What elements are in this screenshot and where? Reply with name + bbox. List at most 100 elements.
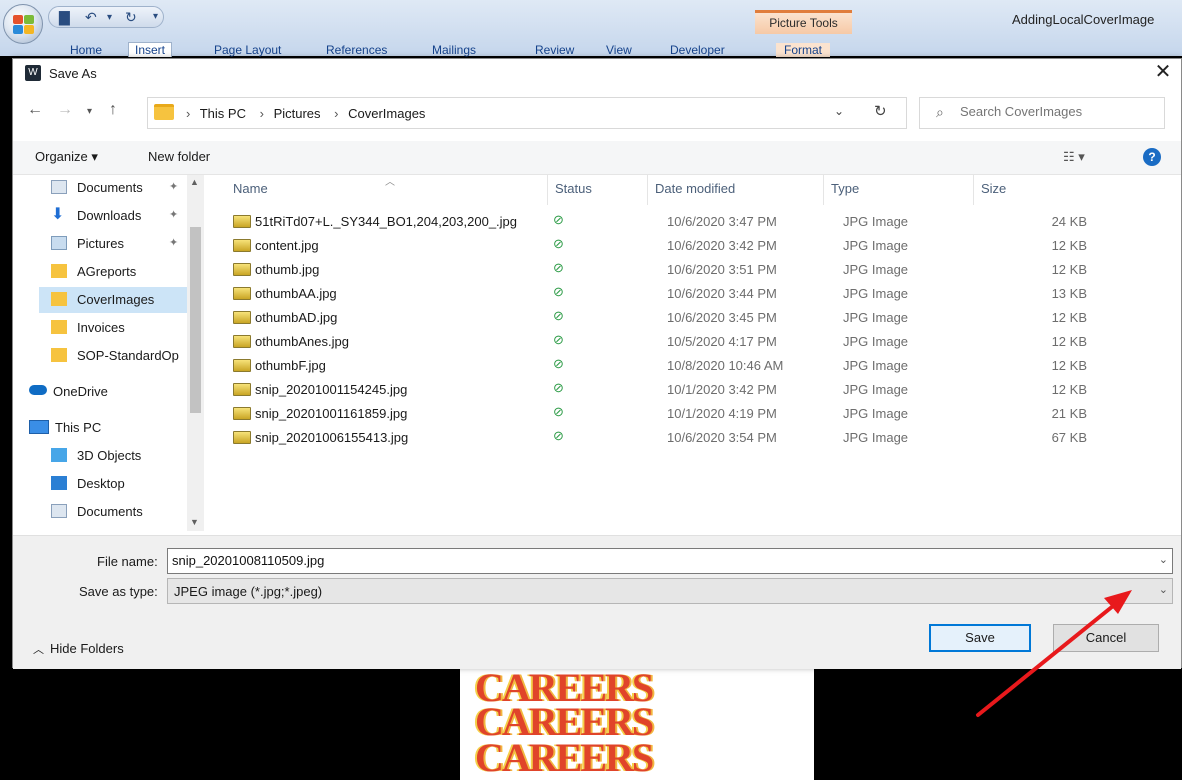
breadcrumb: › This PC › Pictures › CoverImages: [180, 106, 429, 121]
desktop-icon: [51, 476, 67, 490]
address-dropdown-icon[interactable]: ⌄: [834, 104, 844, 118]
hide-folders-button[interactable]: ︿ Hide Folders: [33, 641, 124, 657]
sidebar-item-this-pc[interactable]: This PC: [25, 415, 175, 441]
undo-icon[interactable]: ↶: [85, 9, 97, 26]
tab-insert[interactable]: Insert: [128, 42, 173, 57]
save-icon[interactable]: ▇: [59, 9, 70, 26]
careers-image-text: CAREERS: [475, 735, 654, 780]
breadcrumb-separator-icon: ›: [334, 106, 339, 121]
pin-icon: ✦: [169, 209, 179, 221]
search-box[interactable]: ⌕: [919, 97, 1165, 129]
column-header-size[interactable]: Size: [981, 181, 1006, 196]
table-row[interactable]: snip_20201001161859.jpg ⊘ 10/1/2020 4:19…: [233, 401, 1173, 425]
scroll-down-icon[interactable]: ▼: [190, 517, 199, 527]
forward-arrow-icon[interactable]: →: [57, 101, 73, 119]
jpg-file-icon: [233, 383, 251, 396]
help-icon[interactable]: ?: [1143, 148, 1161, 166]
search-input[interactable]: [960, 104, 1156, 119]
customize-qat-icon[interactable]: ▾: [153, 11, 158, 22]
table-row[interactable]: othumb.jpg ⊘ 10/6/2020 3:51 PM JPG Image…: [233, 257, 1173, 281]
back-arrow-icon[interactable]: ←: [27, 101, 43, 119]
sidebar-item-documents-pc[interactable]: Documents: [39, 499, 189, 525]
breadcrumb-this-pc[interactable]: This PC: [200, 106, 246, 121]
save-options-pane: File name: ⌄ Save as type: JPEG image (*…: [13, 535, 1181, 669]
file-name-input[interactable]: [172, 553, 1132, 568]
column-divider: [647, 175, 648, 205]
file-list: ︿ Name Status Date modified Type Size 51…: [213, 175, 1179, 535]
cancel-button[interactable]: Cancel: [1053, 624, 1159, 652]
sidebar-item-onedrive[interactable]: OneDrive: [25, 379, 175, 405]
sidebar-item-documents[interactable]: Documents ✦: [39, 175, 189, 201]
sidebar-item-downloads[interactable]: ⬇ Downloads ✦: [39, 203, 189, 229]
column-header-status[interactable]: Status: [555, 181, 592, 196]
jpg-file-icon: [233, 335, 251, 348]
breadcrumb-pictures[interactable]: Pictures: [274, 106, 321, 121]
column-divider: [973, 175, 974, 205]
nav-scrollbar[interactable]: ▲ ▼: [187, 175, 204, 531]
sidebar-item-pictures[interactable]: Pictures ✦: [39, 231, 189, 257]
column-header-name[interactable]: Name: [233, 181, 268, 196]
redo-icon[interactable]: ↻: [125, 9, 137, 26]
cloud-icon: [29, 385, 47, 395]
organize-button[interactable]: Organize ▾: [35, 149, 98, 165]
undo-dropdown-icon[interactable]: ▾: [107, 12, 112, 23]
tab-page-layout[interactable]: Page Layout: [214, 43, 281, 57]
table-row[interactable]: snip_20201006155413.jpg ⊘ 10/6/2020 3:54…: [233, 425, 1173, 449]
sync-ok-icon: ⊘: [553, 428, 564, 443]
new-folder-button[interactable]: New folder: [148, 149, 210, 164]
sidebar-item-sop[interactable]: SOP-StandardOp: [39, 343, 189, 369]
column-header-date[interactable]: Date modified: [655, 181, 735, 196]
office-button[interactable]: [3, 4, 43, 44]
sidebar-item-agreports[interactable]: AGreports: [39, 259, 189, 285]
sync-ok-icon: ⊘: [553, 212, 564, 227]
tab-references[interactable]: References: [326, 43, 387, 57]
tab-developer[interactable]: Developer: [670, 43, 725, 57]
sync-ok-icon: ⊘: [553, 380, 564, 395]
sync-ok-icon: ⊘: [553, 404, 564, 419]
folder-icon: [51, 264, 67, 278]
table-row[interactable]: othumbAA.jpg ⊘ 10/6/2020 3:44 PM JPG Ima…: [233, 281, 1173, 305]
computer-icon: [29, 420, 49, 434]
chevron-down-icon[interactable]: ⌄: [1159, 553, 1168, 566]
save-button[interactable]: Save: [929, 624, 1031, 652]
chevron-down-icon[interactable]: ⌄: [1159, 583, 1168, 596]
table-row[interactable]: othumbF.jpg ⊘ 10/8/2020 10:46 AM JPG Ima…: [233, 353, 1173, 377]
table-row[interactable]: content.jpg ⊘ 10/6/2020 3:42 PM JPG Imag…: [233, 233, 1173, 257]
file-name-field[interactable]: ⌄: [167, 548, 1173, 574]
tab-format[interactable]: Format: [776, 43, 831, 57]
documents-icon: [51, 504, 67, 518]
up-arrow-icon[interactable]: ↑: [109, 101, 117, 119]
sidebar-item-3d-objects[interactable]: 3D Objects: [39, 443, 189, 469]
tab-review[interactable]: Review: [535, 43, 574, 57]
view-options-icon[interactable]: ☷ ▾: [1063, 149, 1085, 165]
address-bar[interactable]: › This PC › Pictures › CoverImages ⌄ ↻: [147, 97, 907, 129]
breadcrumb-separator-icon: ›: [259, 106, 264, 121]
scroll-up-icon[interactable]: ▲: [190, 177, 199, 187]
ribbon-tabs: Home Insert Page Layout References Maili…: [0, 40, 1182, 57]
table-row[interactable]: snip_20201001154245.jpg ⊘ 10/1/2020 3:42…: [233, 377, 1173, 401]
recent-locations-chevron-icon[interactable]: ▾: [87, 106, 92, 117]
folder-icon: [51, 320, 67, 334]
document-title: AddingLocalCoverImage: [1012, 12, 1155, 27]
sidebar-item-invoices[interactable]: Invoices: [39, 315, 189, 341]
picture-tools-label: Picture Tools: [755, 10, 852, 34]
close-icon[interactable]: ✕: [1151, 61, 1175, 85]
table-row[interactable]: othumbAD.jpg ⊘ 10/6/2020 3:45 PM JPG Ima…: [233, 305, 1173, 329]
tab-home[interactable]: Home: [70, 43, 102, 57]
tab-view[interactable]: View: [606, 43, 632, 57]
refresh-icon[interactable]: ↻: [874, 102, 887, 120]
column-divider: [547, 175, 548, 205]
table-row[interactable]: 51tRiTd07+L._SY344_BO1,204,203,200_.jpg …: [233, 209, 1173, 233]
scrollbar-thumb[interactable]: [190, 227, 201, 413]
tab-mailings[interactable]: Mailings: [432, 43, 476, 57]
jpg-file-icon: [233, 287, 251, 300]
breadcrumb-coverimages[interactable]: CoverImages: [348, 106, 425, 121]
column-header-type[interactable]: Type: [831, 181, 859, 196]
office-logo-icon: [13, 15, 35, 35]
hide-folders-label: Hide Folders: [50, 641, 124, 656]
save-type-select[interactable]: JPEG image (*.jpg;*.jpeg) ⌄: [167, 578, 1173, 604]
sidebar-item-coverimages[interactable]: CoverImages: [39, 287, 189, 313]
sidebar-item-desktop[interactable]: Desktop: [39, 471, 189, 497]
sync-ok-icon: ⊘: [553, 332, 564, 347]
table-row[interactable]: othumbAnes.jpg ⊘ 10/5/2020 4:17 PM JPG I…: [233, 329, 1173, 353]
